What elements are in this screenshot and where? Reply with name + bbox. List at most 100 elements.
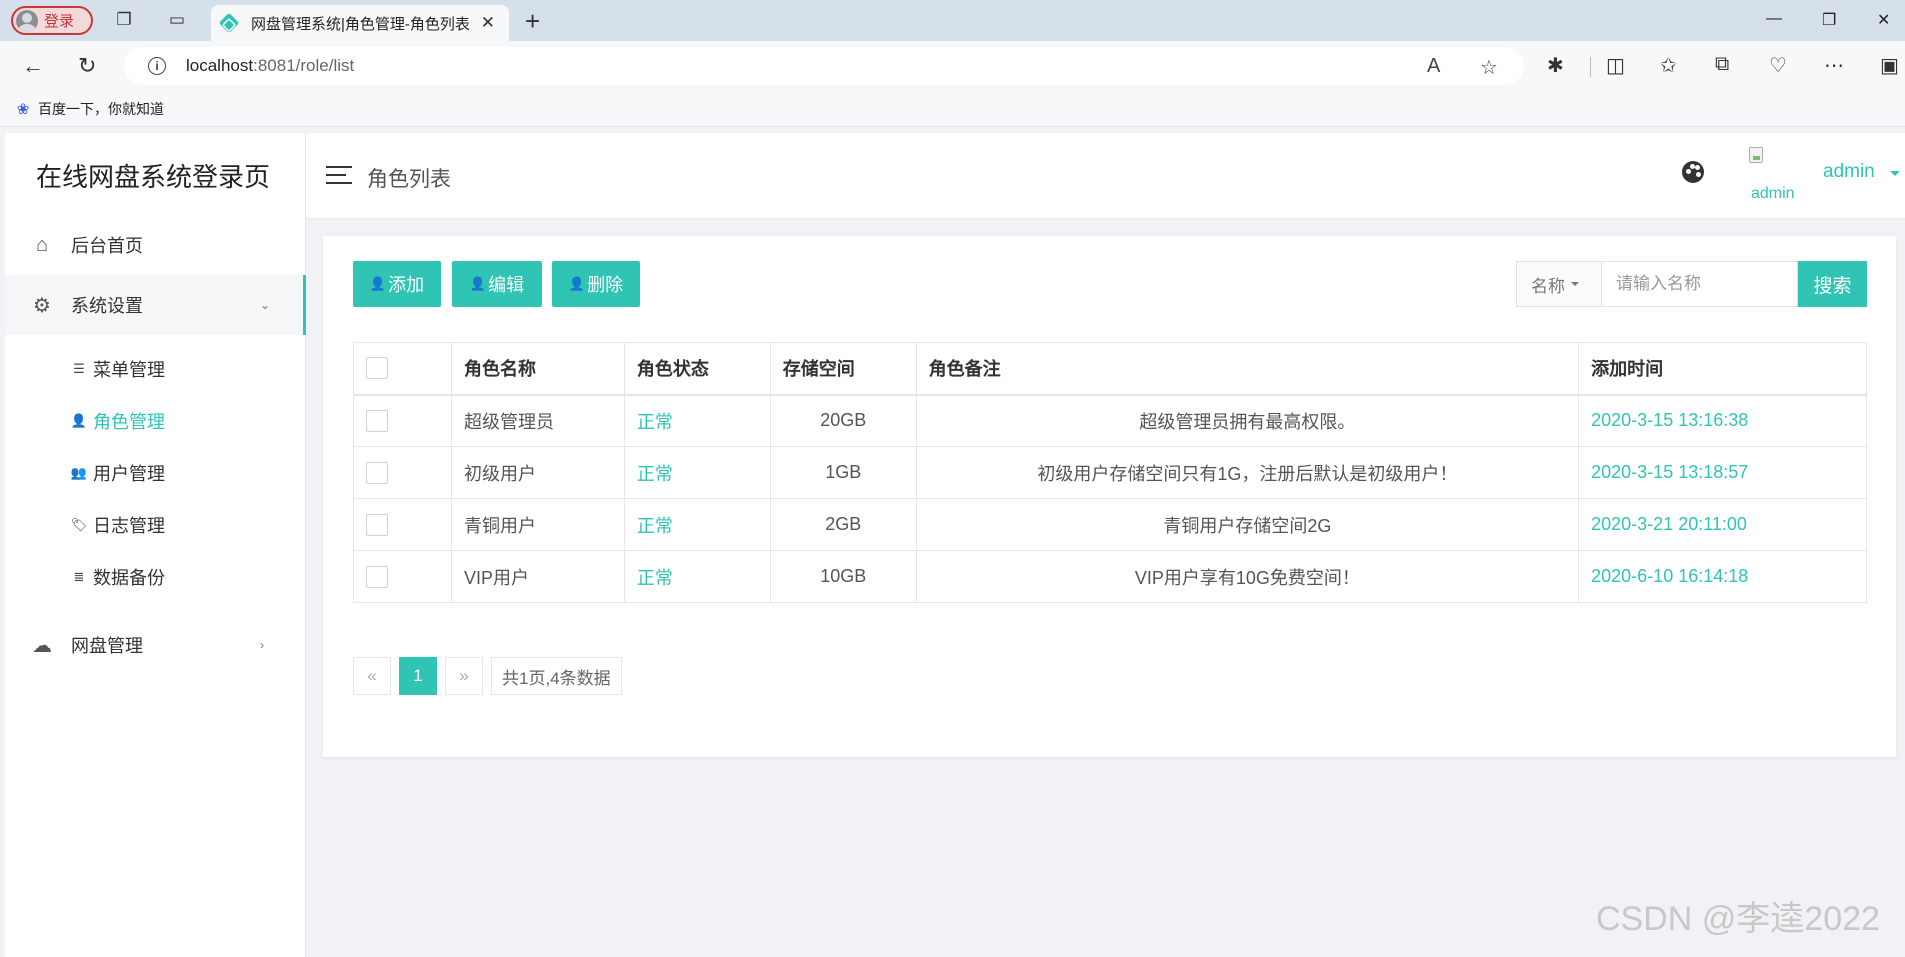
row-checkbox[interactable] [366,409,388,432]
sidebar-subitem-label: 菜单管理 [93,360,165,380]
sidebar-subitem-role[interactable]: 👤 角色管理 [5,395,306,447]
refresh-icon[interactable]: ↻ [78,53,96,79]
header-role-status[interactable]: 角色状态 [623,342,771,396]
cell-role-remark: 初级用户存储空间只有1G，注册后默认是初级用户！ [915,446,1580,499]
collections-icon[interactable]: ⧉ [1715,53,1729,76]
app-root: 在线网盘系统登录页 ⌂ 后台首页 ⚙ 系统设置 ⌄ ☰ 菜单管理 👤 角色管理 … [0,133,1905,957]
search-field-select[interactable]: 名称 [1516,261,1602,307]
tab-close-icon[interactable]: ✕ [481,13,495,33]
tags-icon: 🏷 [70,517,88,532]
palette-icon[interactable] [1682,161,1704,183]
read-aloud-icon[interactable]: A [1427,55,1440,78]
favorite-star-icon[interactable]: ☆ [1480,55,1498,80]
user-edit-icon: 👤 [469,276,487,291]
cell-add-time: 2020-3-15 13:18:57 [1578,446,1867,499]
search-field-label: 名称 [1531,276,1565,296]
header-storage-space[interactable]: 存储空间 [769,342,917,396]
sidebar: 在线网盘系统登录页 ⌂ 后台首页 ⚙ 系统设置 ⌄ ☰ 菜单管理 👤 角色管理 … [5,133,306,957]
pagination-info: 共1页,4条数据 [491,657,622,695]
table-row[interactable]: 超级管理员 正常 20GB 超级管理员拥有最高权限。 2020-3-15 13:… [353,394,1867,447]
tab-actions-icon[interactable]: ▭ [166,9,188,31]
cell-add-time: 2020-6-10 16:14:18 [1578,550,1867,603]
cell-role-status: 正常 [623,498,771,551]
favorite-baidu-link[interactable]: 百度一下，你就知道 [38,99,164,119]
avatar-alt-text: admin [1751,185,1795,202]
browser-tab-active[interactable]: 网盘管理系统|角色管理-角色列表 ✕ [211,5,509,41]
favorites-icon[interactable]: ✩ [1660,53,1677,78]
workspaces-icon[interactable]: ❐ [113,9,135,31]
url-field[interactable]: i localhost:8081/role/list A ☆ [124,47,1524,85]
sidebar-title: 在线网盘系统登录页 [35,162,270,192]
window-close-icon[interactable]: ✕ [1877,10,1890,30]
top-header: 角色列表 admin admin [306,133,1905,219]
broken-image-icon [1749,147,1763,163]
sidebar-item-home[interactable]: ⌂ 后台首页 [5,215,306,275]
header-role-remark[interactable]: 角色备注 [915,342,1580,396]
row-checkbox[interactable] [366,513,388,536]
sidebar-subitem-log[interactable]: 🏷 日志管理 [5,499,306,551]
row-checkbox-cell [353,550,452,603]
row-checkbox-cell [353,498,452,551]
more-menu-icon[interactable]: ⋯ [1824,53,1844,78]
add-button-label: 添加 [388,275,425,295]
delete-button[interactable]: 👤 删除 [552,261,640,307]
list-icon: ☰ [73,361,85,376]
header-role-name[interactable]: 角色名称 [450,342,625,396]
edit-button[interactable]: 👤 编辑 [452,261,542,307]
user-minus-icon: 👤 [568,276,586,291]
row-checkbox-cell [353,446,452,499]
database-icon: ≣ [73,569,85,584]
profile-label: 登录 [44,13,75,30]
select-all-checkbox[interactable] [366,357,388,380]
sidebar-item-system-settings[interactable]: ⚙ 系统设置 ⌄ [5,275,306,335]
split-screen-icon[interactable]: ◫ [1606,53,1625,78]
search-group: 名称 搜索 [1516,261,1867,307]
sidebar-subitem-label: 日志管理 [93,516,165,536]
minimize-icon[interactable]: — [1766,10,1782,28]
cell-storage-space: 2GB [769,498,917,551]
pagination-page-current[interactable]: 1 [399,657,437,695]
sidebar-subitem-user[interactable]: 👥 用户管理 [5,447,306,499]
sidebar-subitem-menu[interactable]: ☰ 菜单管理 [5,343,306,395]
menu-toggle-icon[interactable] [326,166,352,184]
cell-role-remark: VIP用户享有10G免费空间！ [915,550,1580,603]
row-checkbox[interactable] [366,461,388,484]
user-menu-name[interactable]: admin [1823,161,1875,183]
table-row[interactable]: VIP用户 正常 10GB VIP用户享有10G免费空间！ 2020-6-10 … [353,550,1867,603]
header-add-time[interactable]: 添加时间 [1578,342,1867,396]
browser-essentials-icon[interactable]: ♡ [1769,53,1787,78]
back-icon[interactable]: ← [22,53,44,79]
home-icon: ⌂ [35,233,49,256]
caret-down-icon[interactable] [1890,171,1900,176]
sidebar-item-label: 后台首页 [71,236,143,256]
new-tab-icon[interactable]: + [525,6,540,37]
pagination-next[interactable]: » [445,657,483,695]
row-checkbox-cell [353,394,452,447]
table-row[interactable]: 青铜用户 正常 2GB 青铜用户存储空间2G 2020-3-21 20:11:0… [353,498,1867,551]
sidebar-subitem-label: 用户管理 [93,464,165,484]
pagination-prev[interactable]: « [353,657,391,695]
watermark: CSDN @李逵2022 [1596,900,1880,938]
browser-address-bar: ← ↻ i localhost:8081/role/list A ☆ ✱ ◫ ✩… [0,41,1905,91]
extensions-icon[interactable]: ✱ [1547,53,1564,78]
table-row[interactable]: 初级用户 正常 1GB 初级用户存储空间只有1G，注册后默认是初级用户！ 202… [353,446,1867,499]
sidebar-subitem-backup[interactable]: ≣ 数据备份 [5,551,306,603]
url-path: :8081/role/list [253,56,355,75]
restore-icon[interactable]: ❐ [1822,10,1836,30]
main-panel: 👤添加 👤编辑 👤删除 名称 搜索 角色名称 角色状态 存储空间 [323,236,1896,757]
sidebar-item-disk-management[interactable]: ☁ 网盘管理 › [5,615,306,675]
row-checkbox[interactable] [366,565,388,588]
site-info-icon[interactable]: i [148,57,166,75]
search-input[interactable] [1602,261,1798,307]
cell-role-status: 正常 [623,394,771,447]
sidebar-toggle-icon[interactable]: ▣ [1880,53,1899,78]
favorites-bar: ❀ 百度一下，你就知道 [0,91,1905,127]
cloud-icon: ☁ [32,634,52,657]
add-button[interactable]: 👤 添加 [353,261,441,307]
select-all-cell [353,342,452,396]
avatar[interactable]: admin [1746,147,1802,205]
profile-button[interactable]: 登录 [11,6,93,35]
pagination: « 1 » 共1页,4条数据 [353,657,630,695]
profile-avatar-icon [16,9,38,32]
search-button[interactable]: 搜索 [1798,261,1867,307]
